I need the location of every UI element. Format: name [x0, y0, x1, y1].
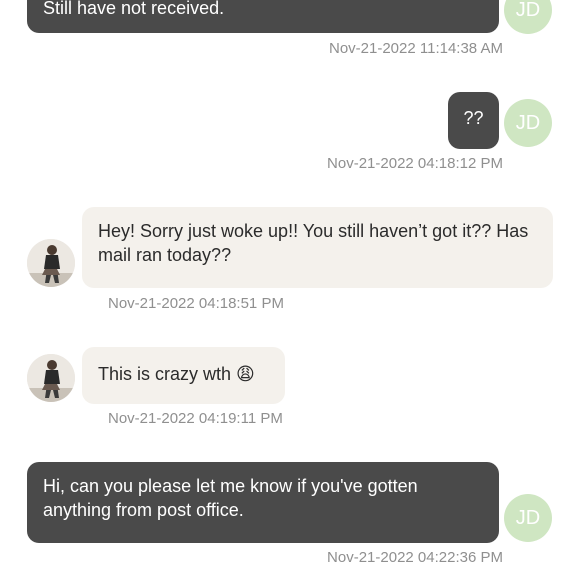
avatar-jd[interactable]: JD [504, 99, 552, 147]
contact-avatar[interactable] [27, 239, 75, 287]
message-timestamp: Nov-21-2022 04:22:36 PM [327, 549, 503, 566]
message-bubble-outgoing[interactable]: Hi, can you please let me know if you've… [27, 462, 499, 543]
avatar-initials: JD [515, 111, 541, 134]
avatar-initials: JD [515, 0, 541, 21]
message-timestamp: Nov-21-2022 04:19:11 PM [108, 410, 283, 427]
contact-avatar[interactable] [27, 354, 75, 402]
message-bubble-outgoing[interactable]: ?? [448, 92, 499, 149]
contact-photo-icon [27, 239, 75, 287]
contact-photo-icon [27, 354, 75, 402]
message-text: Hey! Sorry just woke up!! You still have… [98, 221, 529, 265]
avatar-jd[interactable]: JD [504, 494, 552, 542]
message-text: This is crazy wth 😩 [98, 364, 255, 384]
avatar-jd[interactable]: JD [504, 0, 552, 34]
message-timestamp: Nov-21-2022 04:18:51 PM [108, 295, 284, 312]
message-bubble-incoming[interactable]: Hey! Sorry just woke up!! You still have… [82, 207, 553, 288]
message-timestamp: Nov-21-2022 04:18:12 PM [327, 155, 503, 172]
message-text: ?? [463, 108, 484, 128]
avatar-initials: JD [515, 506, 541, 529]
message-timestamp: Nov-21-2022 11:14:38 AM [328, 40, 503, 57]
message-bubble-outgoing[interactable]: Still have not received. [27, 0, 499, 33]
message-bubble-incoming[interactable]: This is crazy wth 😩 [82, 347, 285, 404]
message-text: Hi, can you please let me know if you've… [43, 476, 418, 520]
message-text: Still have not received. [43, 0, 225, 18]
